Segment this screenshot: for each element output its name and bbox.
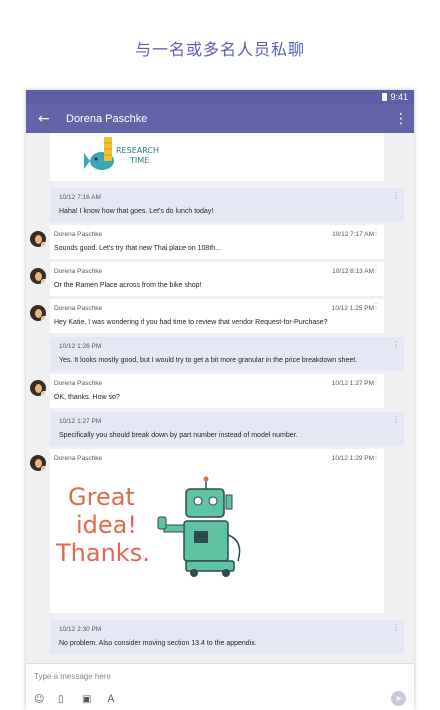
presence-dot (41, 279, 46, 284)
app-bar: ← Dorena Paschke ⋮ (26, 104, 414, 133)
message-timestamp: 10/12 8:13 AM (332, 268, 374, 275)
message-menu-icon[interactable]: ⋮ (372, 266, 380, 274)
presence-dot (41, 466, 46, 471)
message-received-sticker[interactable]: Dorena Paschke 10/12 1:29 PM ⋮ Great ide… (50, 449, 384, 613)
message-menu-icon[interactable]: ⋮ (372, 378, 380, 386)
device-frame: 9:41 ← Dorena Paschke ⋮ RESEARCH TIME 10… (26, 90, 414, 710)
message-received[interactable]: Dorena Paschke 10/12 1:25 PM ⋮ Hey Katie… (50, 299, 384, 333)
thanks-sticker-line3: Thanks. (55, 539, 150, 567)
message-received[interactable]: Dorena Paschke 10/12 8:13 AM ⋮ Or the Ra… (50, 262, 384, 296)
message-text: Hey Katie, I was wondering if you had ti… (54, 319, 328, 326)
message-menu-icon[interactable]: ⋮ (372, 453, 380, 461)
message-sender: Dorena Paschke (54, 268, 103, 275)
great-idea-thanks-sticker: Great idea! Thanks. (55, 476, 241, 577)
message-text: Or the Ramen Place across from the bike … (54, 282, 202, 289)
avatar[interactable] (30, 268, 46, 284)
research-time-sticker: RESEARCH TIME (84, 137, 159, 170)
more-options-icon[interactable]: ⋮ (394, 112, 408, 126)
message-mine[interactable]: 10/12 7:16 AM ⋮ Haha! I know how that go… (50, 188, 404, 222)
message-text: No problem. Also consider moving section… (59, 640, 257, 647)
message-received[interactable]: Dorena Paschke 10/12 1:27 PM ⋮ OK, thank… (50, 374, 384, 408)
message-received[interactable]: Dorena Paschke 10/12 7:17 AM ⋮ Sounds go… (50, 225, 384, 259)
presence-dot (41, 391, 46, 396)
message-mine[interactable]: 10/12 1:27 PM ⋮ Specifically you should … (50, 412, 404, 446)
message-menu-icon[interactable]: ⋮ (392, 341, 400, 349)
thanks-sticker-line2: idea! (76, 511, 137, 539)
message-menu-icon[interactable]: ⋮ (392, 192, 400, 200)
sticker-icon[interactable]: ▯ (58, 695, 64, 705)
message-timestamp: 10/12 2:30 PM (59, 626, 102, 633)
chat-list[interactable]: RESEARCH TIME 10/12 7:16 AM ⋮ Haha! I kn… (26, 133, 414, 663)
thanks-sticker-line1: Great (68, 483, 135, 511)
message-timestamp: 10/12 1:25 PM (331, 305, 374, 312)
back-arrow-icon[interactable]: ← (38, 111, 66, 127)
message-menu-icon[interactable]: ⋮ (372, 303, 380, 311)
emoji-icon[interactable]: ☺ (34, 695, 44, 705)
message-timestamp: 10/12 1:26 PM (59, 343, 102, 350)
chat-title: Dorena Paschke (66, 112, 148, 125)
avatar[interactable] (30, 455, 46, 471)
message-menu-icon[interactable]: ⋮ (392, 416, 400, 424)
message-text: Specifically you should break down by pa… (59, 432, 298, 439)
page: 与一名或多名人员私聊 9:41 ← Dorena Paschke ⋮ RESEA… (0, 0, 440, 710)
message-menu-icon[interactable]: ⋮ (392, 624, 400, 632)
message-sender: Dorena Paschke (54, 455, 103, 462)
message-composer: Type a message here ☺ ▯ ▣ Ａ ➤ (26, 663, 414, 710)
robot-illustration (157, 476, 241, 577)
format-icon[interactable]: Ａ (106, 695, 116, 705)
status-time: 9:41 (390, 92, 408, 102)
sticker-card-research: RESEARCH TIME (50, 133, 384, 181)
compose-input[interactable]: Type a message here (34, 672, 111, 681)
presence-dot (41, 316, 46, 321)
message-mine[interactable]: 10/12 1:26 PM ⋮ Yes. It looks mostly goo… (50, 337, 404, 371)
avatar[interactable] (30, 305, 46, 321)
message-timestamp: 10/12 7:17 AM (332, 231, 374, 238)
presence-dot (41, 242, 46, 247)
research-sticker-line2: TIME (129, 156, 149, 165)
message-sender: Dorena Paschke (54, 380, 103, 387)
status-bar: 9:41 (26, 90, 414, 104)
message-sender: Dorena Paschke (54, 231, 103, 238)
message-sender: Dorena Paschke (54, 305, 103, 312)
avatar[interactable] (30, 231, 46, 247)
message-text: OK, thanks. How so? (54, 394, 120, 401)
research-sticker-line1: RESEARCH (116, 146, 159, 155)
message-timestamp: 10/12 1:27 PM (59, 418, 102, 425)
avatar[interactable] (30, 380, 46, 396)
message-text: Haha! I know how that goes. Let's do lun… (59, 208, 214, 215)
message-timestamp: 10/12 1:29 PM (331, 455, 374, 462)
message-timestamp: 10/12 7:16 AM (59, 194, 101, 201)
message-text: Sounds good. Let's try that new Thai pla… (54, 245, 221, 252)
battery-icon (382, 93, 388, 101)
message-menu-icon[interactable]: ⋮ (372, 229, 380, 237)
message-timestamp: 10/12 1:27 PM (331, 380, 374, 387)
message-mine[interactable]: 10/12 2:30 PM ⋮ No problem. Also conside… (50, 620, 404, 654)
page-headline: 与一名或多名人员私聊 (134, 40, 305, 59)
image-icon[interactable]: ▣ (82, 695, 91, 705)
message-text: Yes. It looks mostly good, but I would t… (59, 357, 358, 364)
send-icon[interactable]: ➤ (391, 691, 406, 706)
